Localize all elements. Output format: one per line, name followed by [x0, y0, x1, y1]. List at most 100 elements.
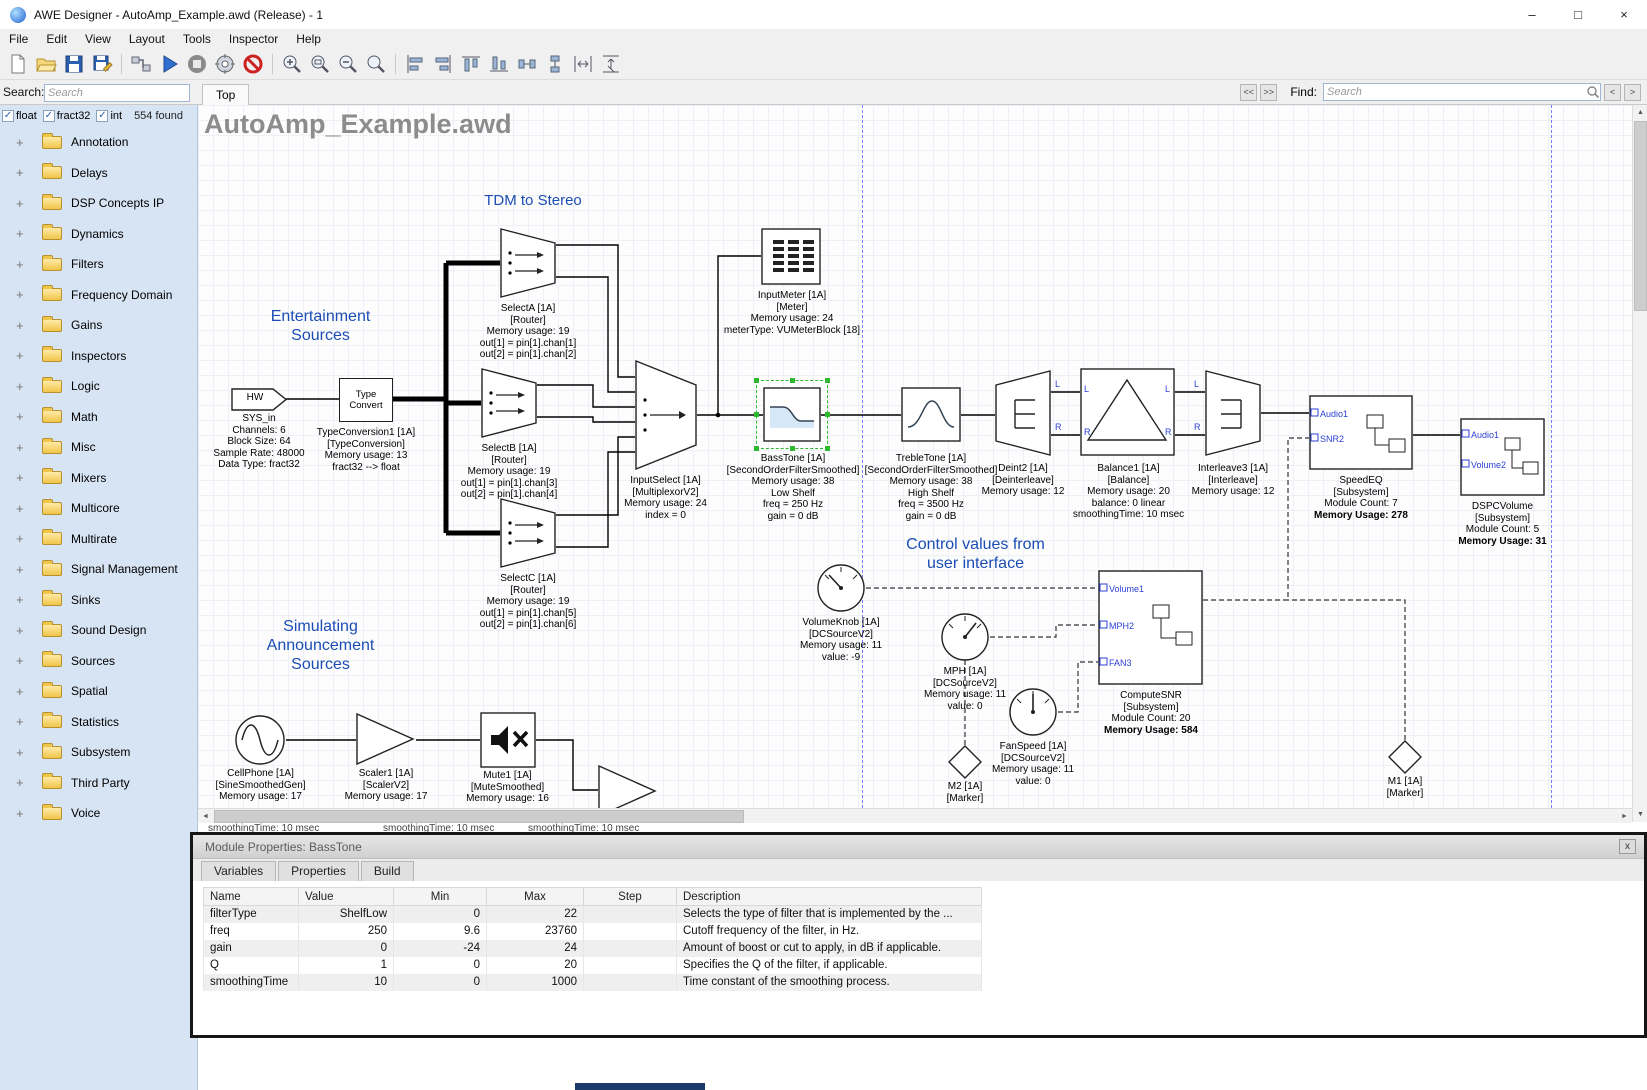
variable-row[interactable]: filterType ShelfLow 0 22 Selects the typ… [204, 906, 982, 923]
scroll-left-icon[interactable]: ◄ [198, 809, 213, 824]
block-fanspeed[interactable] [1008, 687, 1058, 737]
palette-folder[interactable]: Mixers [0, 463, 197, 494]
palette-folder[interactable]: Logic [0, 371, 197, 402]
expand-icon[interactable] [16, 196, 30, 211]
palette-folder[interactable]: Frequency Domain [0, 280, 197, 311]
palette-folder[interactable]: Misc [0, 432, 197, 463]
find-forward-button[interactable]: >> [1260, 84, 1277, 101]
selection-box-basstone[interactable] [756, 380, 828, 449]
checkbox-checked-icon[interactable] [2, 110, 14, 122]
palette-folder[interactable]: Sources [0, 646, 197, 677]
block-mute1[interactable] [480, 712, 536, 768]
note-control-values[interactable]: Control values fromuser interface [888, 535, 1063, 573]
menu-item[interactable]: Layout [120, 32, 174, 46]
filter-float[interactable]: float [2, 110, 37, 122]
expand-icon[interactable] [16, 440, 30, 455]
palette-folder[interactable]: Voice [0, 798, 197, 829]
block-scaler1[interactable] [356, 713, 416, 767]
zoom-out-icon[interactable] [334, 51, 362, 77]
palette-folder[interactable]: Sinks [0, 585, 197, 616]
profile-icon[interactable] [211, 51, 239, 77]
block-selectc[interactable] [500, 498, 556, 568]
palette-folder[interactable]: Gains [0, 310, 197, 341]
variable-row[interactable]: freq 250 9.6 23760 Cutoff frequency of t… [204, 923, 982, 940]
menu-item[interactable]: Help [287, 32, 330, 46]
block-mph[interactable] [940, 612, 990, 662]
distribute-vertical-icon[interactable] [541, 51, 569, 77]
block-m1[interactable] [1388, 740, 1422, 774]
menu-item[interactable]: Tools [174, 32, 220, 46]
note-tdm-to-stereo[interactable]: TDM to Stereo [448, 191, 618, 210]
note-entertainment-sources[interactable]: EntertainmentSources [233, 307, 408, 345]
block-mixer-clipped[interactable] [598, 765, 658, 808]
palette-folder[interactable]: Statistics [0, 707, 197, 738]
zoom-actual-icon[interactable] [362, 51, 390, 77]
palette-folder[interactable]: Inspectors [0, 341, 197, 372]
block-volumeknob[interactable] [816, 563, 866, 613]
expand-icon[interactable] [16, 653, 30, 668]
block-balance1[interactable]: L R L R [1080, 368, 1175, 456]
expand-icon[interactable] [16, 592, 30, 607]
block-m2[interactable] [948, 745, 982, 779]
palette-folder[interactable]: Dynamics [0, 219, 197, 250]
block-speedeq[interactable]: Audio1 SNR2 [1309, 395, 1413, 470]
palette-folder[interactable]: Subsystem [0, 737, 197, 768]
open-folder-icon[interactable] [32, 51, 60, 77]
connect-target-icon[interactable] [127, 51, 155, 77]
block-deint2[interactable] [995, 370, 1051, 456]
expand-icon[interactable] [16, 135, 30, 150]
scroll-up-icon[interactable]: ▲ [1633, 105, 1647, 120]
space-vertical-icon[interactable] [597, 51, 625, 77]
expand-icon[interactable] [16, 684, 30, 699]
properties-panel-titlebar[interactable]: Module Properties: BassTone x [193, 835, 1644, 859]
palette-folder[interactable]: Spatial [0, 676, 197, 707]
expand-icon[interactable] [16, 226, 30, 241]
distribute-horizontal-icon[interactable] [513, 51, 541, 77]
find-back-button[interactable]: << [1240, 84, 1257, 101]
block-dspcvolume[interactable]: Audio1 Volume2 [1460, 418, 1545, 496]
variable-row[interactable]: gain 0 -24 24 Amount of boost or cut to … [204, 940, 982, 957]
expand-icon[interactable] [16, 287, 30, 302]
expand-icon[interactable] [16, 409, 30, 424]
variable-value[interactable]: 10 [299, 974, 394, 991]
properties-tab[interactable]: Build [361, 861, 414, 881]
block-inputselect[interactable] [635, 360, 697, 470]
filter-fract32[interactable]: fract32 [43, 110, 91, 122]
palette-search-input[interactable] [45, 87, 193, 99]
horizontal-scrollbar[interactable]: ◄ ► [198, 808, 1632, 823]
space-horizontal-icon[interactable] [569, 51, 597, 77]
variable-value[interactable]: 1 [299, 957, 394, 974]
expand-icon[interactable] [16, 714, 30, 729]
palette-folder[interactable]: Filters [0, 249, 197, 280]
expand-icon[interactable] [16, 775, 30, 790]
block-selectb[interactable] [481, 368, 537, 438]
block-interleave3[interactable] [1205, 370, 1261, 456]
align-left-icon[interactable] [401, 51, 429, 77]
horizontal-scroll-thumb[interactable] [214, 810, 744, 823]
align-right-icon[interactable] [429, 51, 457, 77]
find-input[interactable] [1324, 86, 1586, 98]
expand-icon[interactable] [16, 165, 30, 180]
expand-icon[interactable] [16, 501, 30, 516]
align-bottom-icon[interactable] [485, 51, 513, 77]
tab-top[interactable]: Top [202, 84, 249, 105]
block-typeconversion1[interactable]: TypeConvert [339, 378, 393, 422]
expand-icon[interactable] [16, 745, 30, 760]
variable-value[interactable]: 0 [299, 940, 394, 957]
menu-item[interactable]: Edit [37, 32, 76, 46]
align-top-icon[interactable] [457, 51, 485, 77]
properties-tab[interactable]: Properties [278, 861, 359, 881]
palette-folder[interactable]: Signal Management [0, 554, 197, 585]
expand-icon[interactable] [16, 348, 30, 363]
note-announcement-sources[interactable]: SimulatingAnnouncementSources [233, 617, 408, 674]
vertical-scrollbar[interactable]: ▲ ▼ [1632, 105, 1647, 822]
expand-icon[interactable] [16, 623, 30, 638]
checkbox-checked-icon[interactable] [96, 110, 108, 122]
close-icon[interactable]: x [1619, 839, 1636, 854]
scroll-right-icon[interactable]: ► [1617, 809, 1632, 824]
save-as-icon[interactable] [88, 51, 116, 77]
block-computesnr[interactable]: Volume1 MPH2 FAN3 [1098, 570, 1203, 685]
zoom-in-icon[interactable] [278, 51, 306, 77]
palette-folder[interactable]: Third Party [0, 768, 197, 799]
minimize-button[interactable]: – [1509, 0, 1555, 29]
